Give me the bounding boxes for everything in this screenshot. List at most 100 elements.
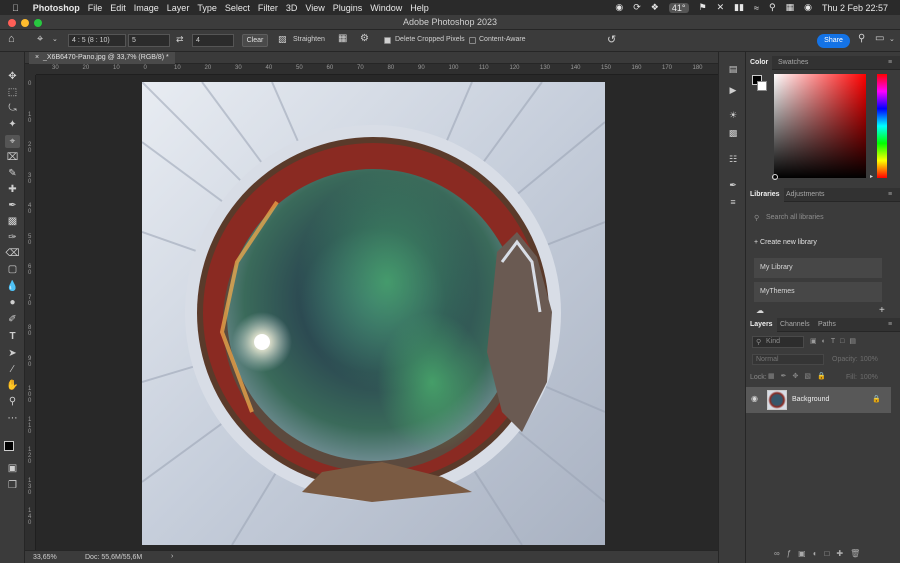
healing-brush-tool-icon[interactable]: ✚ (5, 183, 20, 196)
color-picker-handle[interactable] (772, 174, 778, 180)
canvas-area[interactable] (36, 75, 718, 550)
cloud-icon[interactable]: ☁ (756, 306, 764, 315)
frame-tool-icon[interactable]: ⌧ (5, 151, 20, 164)
clone-stamp-tool-icon[interactable]: ▩ (5, 215, 20, 228)
menu-type[interactable]: Type (197, 3, 225, 13)
menu-help[interactable]: Help (410, 3, 437, 13)
eyedropper-tool-icon[interactable]: ✎ (5, 167, 20, 180)
actions-play-icon[interactable]: ▶ (727, 85, 739, 96)
tab-swatches[interactable]: Swatches (774, 56, 812, 70)
crop-settings-gear-icon[interactable]: ⚙ (360, 33, 369, 44)
dodge-tool-icon[interactable]: ● (5, 296, 20, 309)
crop-tool-preset-icon[interactable]: ⌖ (37, 33, 43, 46)
document-image[interactable] (142, 82, 605, 545)
history-brush-tool-icon[interactable]: ✑ (5, 231, 20, 244)
lock-options-icons[interactable]: ▦✒✥▧🔒 (768, 372, 832, 380)
bluetooth-icon[interactable]: ✕ (717, 2, 725, 13)
workspace-icon[interactable]: ▭ (875, 33, 884, 44)
tab-adjustments[interactable]: Adjustments (782, 188, 829, 202)
add-library-item-icon[interactable]: + (879, 305, 885, 316)
library-search[interactable]: ⚲ Search all libraries (754, 212, 892, 225)
crop-width-input[interactable]: 5 (128, 34, 170, 47)
vertical-ruler[interactable]: 0 1 0 2 0 3 0 4 0 5 0 6 0 7 0 8 0 9 0 1 0 0 1 1 0 1 … (25, 75, 36, 550)
brightness-adjust-icon[interactable]: ☀ (727, 110, 739, 121)
type-tool-icon[interactable]: T (5, 330, 20, 343)
menu-plugins[interactable]: Plugins (333, 3, 371, 13)
menu-app-name[interactable]: Photoshop (27, 3, 88, 13)
home-icon[interactable]: ⌂ (8, 33, 15, 45)
siri-icon[interactable]: ◉ (804, 2, 812, 13)
menu-select[interactable]: Select (225, 3, 258, 13)
more-tools-icon[interactable]: ⋯ (5, 412, 20, 425)
adjustment-sliders-icon[interactable]: ☷ (727, 154, 739, 165)
search-icon[interactable]: ⚲ (858, 33, 865, 44)
quick-mask-icon[interactable]: ▣ (5, 462, 20, 475)
screen-mode-icon[interactable]: ❐ (5, 479, 20, 492)
color-panel-menu-icon[interactable]: ≡ (884, 56, 896, 70)
layers-panel-menu-icon[interactable]: ≡ (884, 318, 896, 332)
path-selection-tool-icon[interactable]: ➤ (5, 347, 20, 360)
document-tab[interactable]: × _X6B6470-Pano.jpg @ 33,7% (RGB/8) * (29, 52, 175, 64)
opacity-value[interactable]: 100% (860, 356, 878, 363)
workspace-chevron-icon[interactable]: ⌄ (889, 35, 895, 43)
straighten-icon[interactable]: ▨ (278, 34, 287, 45)
hand-tool-icon[interactable]: ✋ (5, 379, 20, 392)
reset-crop-icon[interactable]: ↺ (607, 33, 616, 46)
brush-settings-icon[interactable]: ✒ (727, 180, 739, 191)
weather-temp[interactable]: 41° (668, 2, 689, 13)
straighten-label[interactable]: Straighten (293, 36, 325, 43)
content-aware-checkbox[interactable] (469, 37, 476, 44)
control-center-icon[interactable]: ▦ (786, 2, 795, 13)
hue-slider-handle-icon[interactable]: ▸ (870, 173, 873, 180)
swap-dimensions-icon[interactable]: ⇄ (176, 34, 184, 45)
menu-layer[interactable]: Layer (167, 3, 198, 13)
ratio-select[interactable]: 4 : 5 (8 : 10) (68, 34, 126, 47)
eraser-tool-icon[interactable]: ⌫ (5, 247, 20, 260)
layer-row[interactable]: ◉ Background 🔒 (746, 387, 891, 413)
fill-value[interactable]: 100% (860, 374, 878, 381)
menubar-clock[interactable]: Thu 2 Feb 22:57 (822, 3, 888, 13)
status-chevron-icon[interactable]: › (171, 553, 173, 560)
flag-icon[interactable]: ⚑ (699, 2, 707, 13)
menu-window[interactable]: Window (370, 3, 410, 13)
layer-filter-icons[interactable]: ▣◐T□▤ (810, 337, 861, 345)
color-field[interactable] (772, 74, 866, 180)
tab-layers[interactable]: Layers (746, 318, 777, 332)
paragraph-settings-icon[interactable]: ≡ (727, 197, 739, 208)
zoom-tool-icon[interactable]: ⚲ (5, 395, 20, 408)
menu-view[interactable]: View (305, 3, 332, 13)
doc-size-info[interactable]: Doc: 55,6M/55,6M (85, 554, 142, 561)
clear-button[interactable]: Clear (242, 34, 268, 47)
share-button[interactable]: Share (817, 34, 850, 48)
horizontal-ruler[interactable]: 30 20 10 0 10 20 30 40 50 60 70 80 90 100 110 120 130 140… (36, 64, 718, 75)
history-panel-icon[interactable]: ▤ (727, 64, 739, 75)
chevron-down-icon[interactable]: ⌄ (52, 35, 58, 43)
properties-panel-icon[interactable]: ▩ (727, 128, 739, 139)
magic-wand-tool-icon[interactable]: ✦ (5, 118, 20, 131)
sync-icon[interactable]: ⟳ (633, 2, 641, 13)
gradient-tool-icon[interactable]: ▢ (5, 263, 20, 276)
wifi-icon[interactable]: ≈ (754, 3, 759, 13)
creative-cloud-icon[interactable]: ◉ (615, 2, 623, 13)
library-item[interactable]: My Library (754, 258, 882, 278)
crop-height-input[interactable]: 4 (192, 34, 234, 47)
libraries-panel-menu-icon[interactable]: ≡ (884, 188, 896, 202)
menu-image[interactable]: Image (134, 3, 167, 13)
marquee-tool-icon[interactable]: ⬚ (5, 86, 20, 99)
blend-mode-select[interactable]: Normal (752, 354, 824, 365)
menu-file[interactable]: File (88, 3, 111, 13)
dropbox-icon[interactable]: ❖ (651, 2, 659, 13)
layers-footer-icons[interactable]: ∞ƒ▣◐□✚🗑 (774, 549, 867, 558)
library-item[interactable]: MyThemes (754, 282, 882, 302)
layer-lock-icon[interactable]: 🔒 (872, 395, 881, 403)
move-tool-icon[interactable]: ✥ (5, 70, 20, 83)
blur-tool-icon[interactable]: 💧 (5, 280, 20, 293)
foreground-color-swatch[interactable] (4, 441, 14, 451)
overlay-grid-icon[interactable]: ▦ (338, 33, 347, 44)
crop-tool-icon[interactable]: ⌖ (5, 135, 20, 148)
tab-color[interactable]: Color (746, 56, 773, 70)
color-bg-swatch[interactable] (757, 81, 767, 91)
layer-name[interactable]: Background (792, 396, 829, 403)
line-tool-icon[interactable]: ∕ (5, 363, 20, 376)
battery-icon[interactable]: ▮▮ (734, 2, 744, 13)
